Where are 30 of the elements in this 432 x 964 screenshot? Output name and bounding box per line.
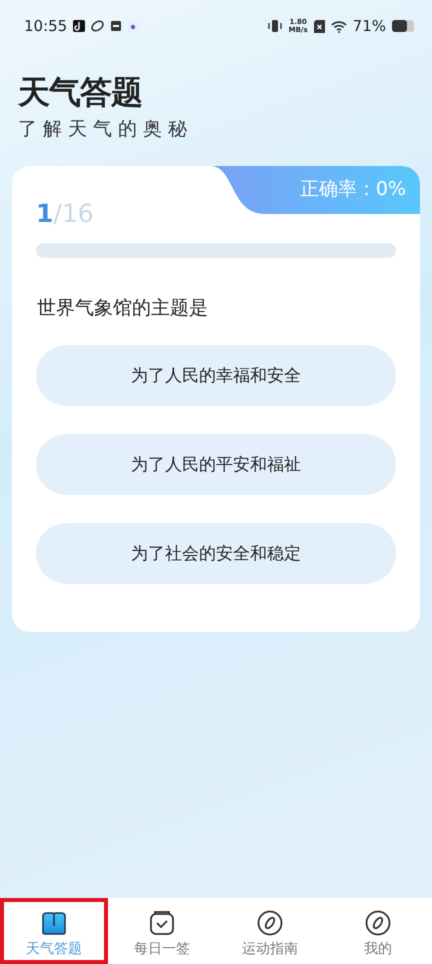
book-icon — [41, 912, 67, 936]
tab-item[interactable]: 每日一签 — [108, 898, 216, 964]
paw-icon — [128, 20, 138, 32]
compass-icon — [257, 910, 283, 936]
clock-time: 10:55 — [24, 17, 68, 35]
tab-item[interactable]: 我的 — [324, 898, 432, 964]
inbox-icon — [110, 20, 122, 32]
leaf-icon — [91, 20, 104, 32]
vibrate-icon — [266, 19, 283, 33]
page-subtitle: 了 解 天 气 的 奥 秘 — [18, 117, 188, 142]
tab-label: 运动指南 — [242, 940, 298, 958]
wifi-icon — [330, 20, 347, 32]
tab-item[interactable]: 运动指南 — [216, 898, 324, 964]
tab-label: 天气答题 — [26, 940, 82, 958]
accuracy-label: 正确率：0% — [300, 177, 406, 202]
page-title: 天气答题 — [18, 72, 142, 112]
current-question-number: 1 — [36, 199, 54, 228]
question-text: 世界气象馆的主题是 — [37, 296, 209, 321]
battery-icon — [392, 20, 414, 32]
answer-option[interactable]: 为了社会的安全和稳定 — [36, 523, 396, 584]
tab-item[interactable]: 天气答题 — [0, 898, 108, 964]
calendar-check-icon — [149, 910, 175, 936]
compass-icon — [365, 910, 391, 936]
sim-icon — [314, 20, 325, 32]
answer-option[interactable]: 为了人民的平安和福祉 — [36, 434, 396, 495]
answer-option[interactable]: 为了人民的幸福和安全 — [36, 345, 396, 406]
tab-label: 每日一签 — [134, 940, 190, 958]
tab-label: 我的 — [364, 940, 392, 958]
battery-percent: 71% — [352, 17, 386, 35]
app-icon — [73, 20, 86, 32]
